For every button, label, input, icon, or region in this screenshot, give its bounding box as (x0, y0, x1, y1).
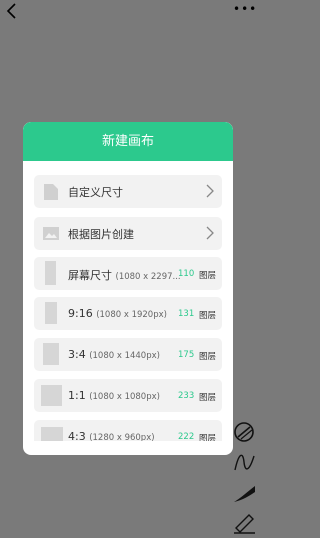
preset-label: 4:3 (1280 x 960px) (68, 430, 155, 441)
preset-4-3[interactable]: 4:3 (1280 x 960px) 222 图层 (34, 420, 222, 441)
curve-icon[interactable] (233, 450, 255, 474)
preset-label: 屏幕尺寸 (1080 x 2297... (68, 267, 181, 283)
from-image-option[interactable]: 根据图片创建 (34, 217, 222, 250)
chevron-right-icon (206, 184, 214, 198)
preset-ratio: 1:1 (68, 389, 86, 402)
dialog-title: 新建画布 (23, 122, 233, 161)
layer-count: 131 (178, 309, 195, 319)
preset-dims: (1080 x 2297... (115, 272, 181, 282)
preset-dims: (1280 x 960px) (89, 433, 155, 441)
aspect-thumbnail (41, 427, 63, 441)
layers-label: 图层 (199, 352, 217, 362)
preset-label: 3:4 (1080 x 1440px) (68, 348, 160, 361)
preset-label: 9:16 (1080 x 1920px) (68, 307, 167, 320)
layer-count: 233 (178, 391, 195, 401)
preset-dims: (1080 x 1080px) (89, 392, 160, 402)
preset-1-1[interactable]: 1:1 (1080 x 1080px) 233 图层 (34, 379, 222, 412)
more-dots-icon[interactable]: ••• (233, 3, 256, 15)
aspect-thumbnail (43, 343, 59, 365)
layers-label: 图层 (199, 393, 217, 403)
tool-strip (233, 418, 255, 538)
document-icon (44, 184, 58, 200)
image-icon (43, 227, 59, 240)
layer-count: 175 (178, 350, 195, 360)
aspect-thumbnail (41, 385, 62, 406)
preset-dims: (1080 x 1920px) (96, 310, 167, 320)
back-chevron-icon[interactable] (4, 2, 20, 20)
custom-size-label: 自定义尺寸 (68, 186, 123, 199)
preset-label: 1:1 (1080 x 1080px) (68, 389, 160, 402)
preset-ratio: 屏幕尺寸 (68, 269, 112, 282)
preset-9-16[interactable]: 9:16 (1080 x 1920px) 131 图层 (34, 297, 222, 330)
preset-dims: (1080 x 1440px) (89, 351, 160, 361)
preset-ratio: 4:3 (68, 430, 86, 441)
top-bar: ••• (0, 0, 256, 24)
layer-count: 110 (178, 269, 195, 279)
from-image-label: 根据图片创建 (68, 228, 134, 241)
layers-label: 图层 (199, 311, 217, 321)
pen-edit-icon[interactable] (233, 510, 255, 534)
layer-count: 222 (178, 432, 195, 441)
pen-slash-icon[interactable] (233, 420, 255, 444)
preset-ratio: 3:4 (68, 348, 86, 361)
preset-screen-size[interactable]: 屏幕尺寸 (1080 x 2297... 110 图层 (34, 257, 222, 290)
aspect-thumbnail (45, 261, 56, 285)
preset-ratio: 9:16 (68, 307, 93, 320)
brush-stroke-icon[interactable] (233, 480, 255, 504)
layers-label: 图层 (199, 434, 217, 441)
new-canvas-dialog: 新建画布 自定义尺寸 根据图片创建 屏幕尺寸 (1080 x 2297... 1… (23, 122, 233, 455)
aspect-thumbnail (45, 302, 57, 324)
custom-size-option[interactable]: 自定义尺寸 (34, 175, 222, 208)
canvas-options-list: 自定义尺寸 根据图片创建 屏幕尺寸 (1080 x 2297... 110 图层… (23, 161, 233, 441)
preset-3-4[interactable]: 3:4 (1080 x 1440px) 175 图层 (34, 338, 222, 371)
chevron-right-icon (206, 226, 214, 240)
layers-label: 图层 (199, 271, 217, 281)
